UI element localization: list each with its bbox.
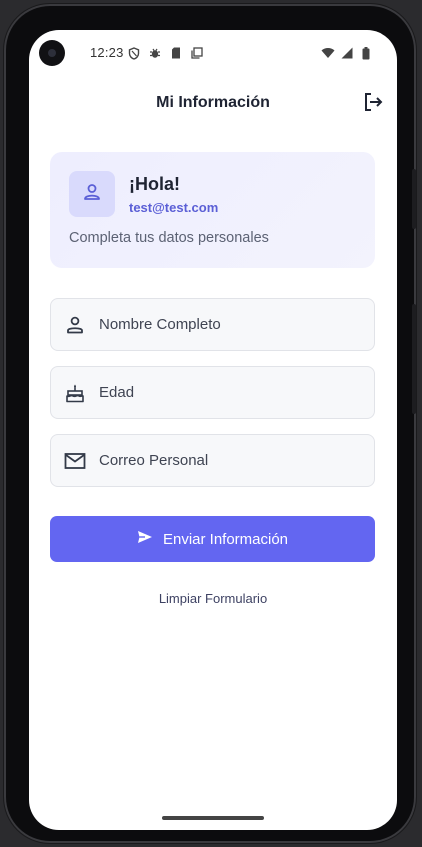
home-indicator[interactable] [162, 816, 264, 820]
app-bar: Mi Información [29, 86, 397, 120]
age-field[interactable] [50, 366, 375, 419]
shield-icon [127, 46, 141, 60]
signal-icon [340, 46, 354, 60]
copy-icon [190, 46, 204, 60]
logout-button[interactable] [361, 92, 385, 116]
status-icons-right [321, 46, 373, 60]
bug-icon [148, 46, 162, 60]
status-time: 12:23 [90, 45, 124, 60]
person-icon [63, 313, 87, 337]
mail-icon [63, 449, 87, 473]
screen: 12:23 Mi Información ¡Hola! test@test.co… [29, 30, 397, 830]
user-email: test@test.com [129, 200, 219, 215]
logout-icon [362, 91, 384, 118]
cake-icon [63, 381, 87, 405]
age-input[interactable] [99, 367, 359, 418]
person-icon [82, 182, 102, 207]
greeting-subtitle: Completa tus datos personales [69, 230, 269, 246]
full-name-input[interactable] [99, 299, 359, 350]
wifi-icon [321, 46, 335, 60]
power-button [412, 169, 416, 229]
greeting-card: ¡Hola! test@test.com Completa tus datos … [50, 152, 375, 268]
greeting-title: ¡Hola! [129, 174, 180, 194]
personal-email-field[interactable] [50, 434, 375, 487]
send-icon [137, 530, 153, 548]
page-title: Mi Información [156, 94, 270, 111]
phone-frame: 12:23 Mi Información ¡Hola! test@test.co… [4, 4, 416, 843]
submit-button[interactable]: Enviar Información [50, 516, 375, 562]
sd-card-icon [169, 46, 183, 60]
clear-form-button[interactable]: Limpiar Formulario [29, 591, 397, 606]
status-icons-left [127, 46, 204, 60]
avatar [69, 171, 115, 217]
volume-button [412, 304, 416, 414]
full-name-field[interactable] [50, 298, 375, 351]
status-bar: 12:23 [29, 42, 397, 66]
personal-email-input[interactable] [99, 435, 359, 486]
battery-icon [359, 46, 373, 60]
submit-button-label: Enviar Información [162, 530, 289, 548]
